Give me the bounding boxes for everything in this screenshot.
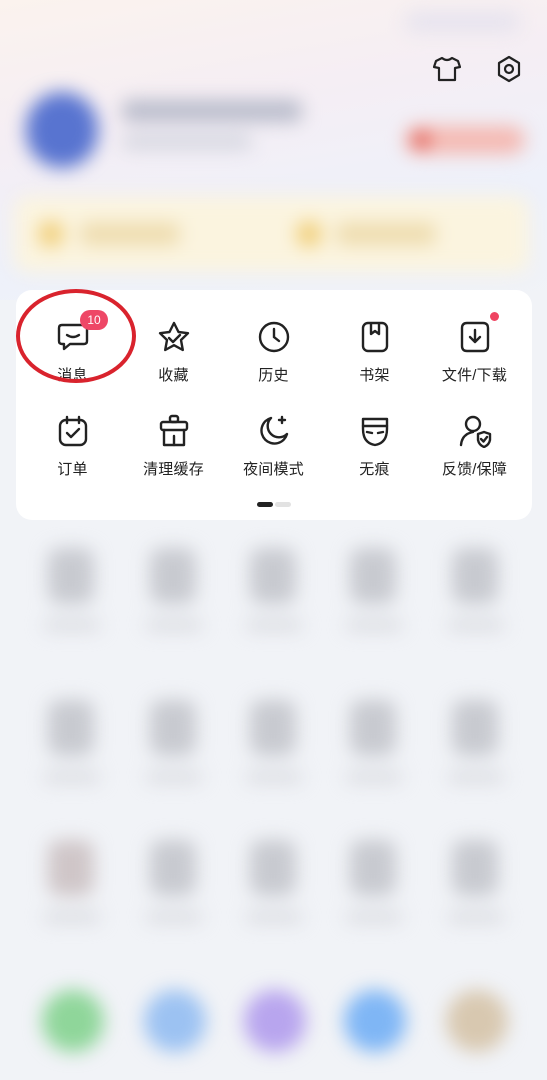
- menu-item-favorites[interactable]: 收藏: [122, 320, 225, 400]
- menu-item-label: 消息: [57, 367, 88, 384]
- menu-item-clean-cache[interactable]: 清理缓存: [122, 414, 225, 494]
- menu-item-history[interactable]: 历史: [222, 320, 325, 400]
- bookshelf-icon: [358, 320, 392, 354]
- feedback-shield-icon: [458, 414, 492, 448]
- theme-shirt-icon[interactable]: [432, 54, 462, 84]
- star-icon: [157, 320, 191, 354]
- menu-item-label: 书架: [359, 367, 390, 384]
- menu-item-messages[interactable]: 消息: [21, 320, 124, 400]
- avatar[interactable]: [26, 92, 98, 168]
- page-indicator: [257, 502, 291, 507]
- menu-item-label: 收藏: [158, 367, 189, 384]
- page-indicator-active: [257, 502, 273, 507]
- promo-banner-blurred[interactable]: [14, 196, 529, 272]
- menu-item-label: 订单: [57, 461, 88, 478]
- download-icon: [458, 320, 492, 354]
- menu-item-label: 文件/下载: [441, 367, 508, 384]
- page-indicator-inactive: [275, 502, 291, 507]
- menu-item-night-mode[interactable]: 夜间模式: [222, 414, 325, 494]
- menu-item-bookshelf[interactable]: 书架: [323, 320, 426, 400]
- clock-icon: [257, 320, 291, 354]
- menu-item-label: 历史: [258, 367, 289, 384]
- menu-item-label: 反馈/保障: [441, 461, 508, 478]
- menu-item-orders[interactable]: 订单: [21, 414, 124, 494]
- menu-item-files-downloads[interactable]: 文件/下载: [423, 320, 526, 400]
- menu-item-label: 清理缓存: [143, 461, 204, 478]
- menu-item-label: 无痕: [359, 461, 390, 478]
- incognito-mask-icon: [358, 414, 392, 448]
- new-download-dot: [490, 312, 499, 321]
- menu-item-feedback[interactable]: 反馈/保障: [423, 414, 526, 494]
- settings-gear-icon[interactable]: [494, 54, 524, 84]
- night-mode-moon-icon: [257, 414, 291, 448]
- order-calendar-icon: [56, 414, 90, 448]
- clean-cache-icon: [157, 414, 191, 448]
- menu-item-label: 夜间模式: [243, 461, 304, 478]
- message-count-badge: 10: [80, 310, 108, 330]
- menu-item-incognito[interactable]: 无痕: [323, 414, 426, 494]
